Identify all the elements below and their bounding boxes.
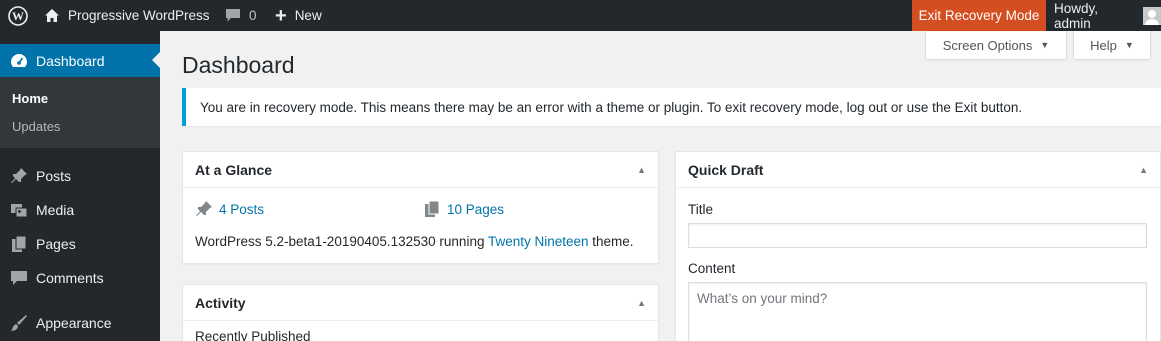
pages-count-link[interactable]: 10 Pages [423, 200, 504, 218]
theme-link[interactable]: Twenty Nineteen [488, 234, 589, 249]
widget-header[interactable]: At a Glance ▲ [183, 152, 658, 188]
sidebar-item-label: Appearance [36, 315, 112, 331]
title-input[interactable] [688, 223, 1147, 248]
quick-draft-widget: Quick Draft ▲ Title Content What’s on yo… [675, 151, 1161, 341]
help-label: Help [1090, 37, 1117, 53]
at-a-glance-widget: At a Glance ▲ 4 Posts 10 Pages WordPress… [182, 151, 659, 264]
widget-header[interactable]: Activity ▲ [183, 285, 658, 321]
pin-icon [11, 168, 27, 183]
notice-text: You are in recovery mode. This means the… [200, 99, 1023, 115]
dashboard-submenu: Home Updates [0, 77, 160, 148]
comments-count: 0 [249, 8, 257, 23]
site-name-label: Progressive WordPress [68, 8, 210, 23]
admin-sidebar: Dashboard Home Updates Posts Media Pages… [0, 31, 160, 341]
howdy-label: Howdy, admin [1054, 0, 1099, 31]
comments-link[interactable]: 0 [225, 0, 257, 31]
pages-icon [12, 235, 27, 252]
sidebar-item-comments[interactable]: Comments [0, 261, 160, 295]
pages-icon [425, 200, 440, 217]
title-field-label: Title [688, 202, 714, 217]
screen-options-button[interactable]: Screen Options ▼ [925, 31, 1067, 60]
sidebar-item-pages[interactable]: Pages [0, 227, 160, 261]
content-textarea[interactable]: What’s on your mind? [688, 282, 1147, 341]
posts-count-link[interactable]: 4 Posts [195, 200, 264, 218]
comment-icon [226, 9, 240, 22]
home-icon [45, 9, 59, 22]
sidebar-item-label: Pages [36, 236, 76, 252]
sidebar-item-dashboard[interactable]: Dashboard [0, 44, 160, 77]
site-name-link[interactable]: Progressive WordPress [44, 0, 210, 31]
submenu-item-home[interactable]: Home [12, 91, 48, 106]
widget-title: Quick Draft [688, 161, 764, 178]
screen-options-label: Screen Options [942, 37, 1033, 53]
widget-title: Activity [195, 294, 246, 311]
exit-recovery-label: Exit Recovery Mode [918, 8, 1040, 23]
widget-title: At a Glance [195, 161, 273, 178]
collapse-toggle-icon[interactable]: ▲ [1139, 152, 1148, 188]
recovery-mode-notice: You are in recovery mode. This means the… [182, 88, 1161, 126]
sidebar-item-label: Posts [36, 168, 72, 184]
sidebar-item-appearance[interactable]: Appearance [0, 306, 160, 340]
media-icon [11, 204, 28, 218]
dashboard-icon [11, 53, 27, 67]
new-content-label: New [294, 8, 322, 23]
sidebar-item-media[interactable]: Media [0, 193, 160, 227]
avatar [1143, 6, 1161, 25]
version-suffix: theme. [588, 234, 634, 249]
pages-count-label: 10 Pages [447, 201, 505, 217]
brush-icon [11, 315, 27, 331]
wordpress-version-text: WordPress 5.2-beta1-20190405.132530 runn… [195, 234, 634, 249]
sidebar-item-label: Dashboard [36, 52, 105, 69]
content-placeholder: What’s on your mind? [697, 291, 828, 306]
account-menu[interactable]: Howdy, admin [1054, 0, 1161, 31]
pin-icon [196, 201, 212, 216]
sidebar-item-posts[interactable]: Posts [0, 159, 160, 193]
sidebar-item-label: Comments [36, 270, 104, 286]
content-field-label: Content [688, 261, 736, 276]
collapse-toggle-icon[interactable]: ▲ [637, 152, 646, 188]
comment-icon [11, 271, 27, 285]
svg-text:W: W [12, 9, 24, 23]
submenu-item-updates[interactable]: Updates [12, 119, 60, 134]
version-prefix: WordPress 5.2-beta1-20190405.132530 runn… [195, 234, 488, 249]
activity-widget: Activity ▲ Recently Published [182, 284, 659, 341]
plus-icon: + [275, 4, 287, 27]
page-title: Dashboard [182, 52, 295, 78]
widget-header[interactable]: Quick Draft ▲ [676, 152, 1160, 188]
caret-down-icon: ▼ [1040, 40, 1050, 50]
caret-down-icon: ▼ [1124, 40, 1134, 50]
admin-bar: W Progressive WordPress 0 + New Exit Rec… [0, 0, 1161, 31]
help-button[interactable]: Help ▼ [1073, 31, 1151, 60]
exit-recovery-mode-button[interactable]: Exit Recovery Mode [912, 0, 1046, 31]
wordpress-logo-icon[interactable]: W [0, 0, 35, 31]
new-content-link[interactable]: + New [275, 0, 322, 31]
posts-count-label: 4 Posts [219, 201, 265, 217]
collapse-toggle-icon[interactable]: ▲ [637, 285, 646, 321]
recently-published-heading: Recently Published [195, 329, 311, 341]
sidebar-item-label: Media [36, 202, 75, 218]
